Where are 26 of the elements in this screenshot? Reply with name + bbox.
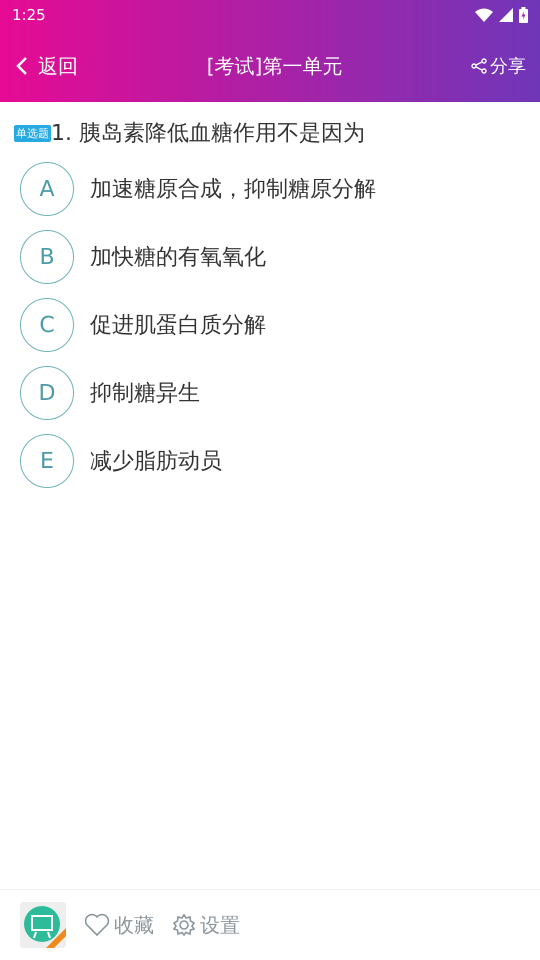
option-text[interactable]: 促进肌蛋白质分解 [90, 310, 266, 340]
wifi-icon [475, 8, 493, 22]
option-text[interactable]: 减少脂肪动员 [90, 446, 222, 476]
question-text: 1. 胰岛素降低血糖作用不是因为 [51, 120, 365, 148]
question-type-badge: 单选题 [14, 124, 51, 142]
app-logo-icon [20, 902, 66, 948]
settings-button[interactable]: 设置 [172, 912, 240, 938]
back-button[interactable]: 返回 [16, 52, 78, 80]
page-title: [考试]第一单元 [206, 52, 342, 80]
heart-icon [84, 913, 110, 937]
battery-icon [519, 7, 528, 23]
signal-icon [499, 8, 513, 22]
chevron-left-icon [16, 56, 28, 76]
status-time: 1:25 [12, 6, 46, 24]
option-letter[interactable]: D [20, 366, 74, 420]
option-letter[interactable]: A [20, 162, 74, 216]
option-text[interactable]: 加快糖的有氧氧化 [90, 242, 266, 272]
gear-icon [172, 913, 196, 937]
share-button[interactable]: 分享 [470, 54, 526, 78]
option-text[interactable]: 加速糖原合成，抑制糖原分解 [90, 174, 376, 204]
option-letter[interactable]: C [20, 298, 74, 352]
option-letter[interactable]: E [20, 434, 74, 488]
option-letter[interactable]: B [20, 230, 74, 284]
share-icon [470, 58, 487, 74]
option-text[interactable]: 抑制糖异生 [90, 378, 200, 408]
favorite-button[interactable]: 收藏 [84, 912, 154, 938]
